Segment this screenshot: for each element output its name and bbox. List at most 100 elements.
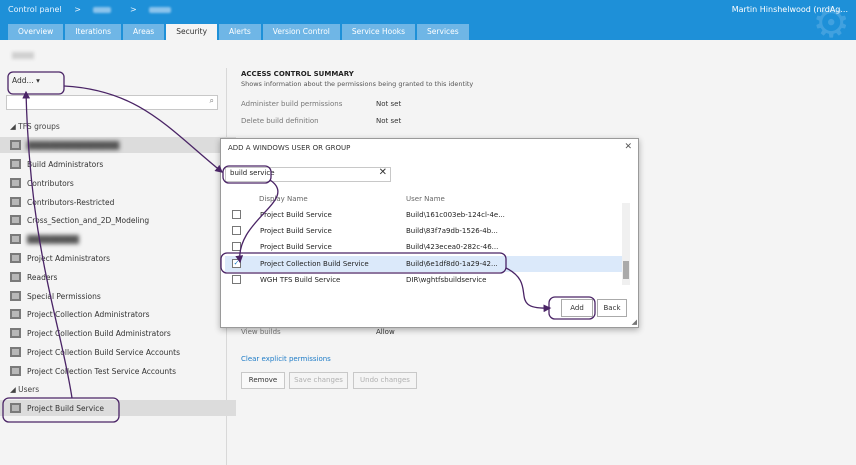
list-item-group[interactable]: Readers [10,269,57,285]
access-control-subtitle: Shows information about the permissions … [241,80,474,88]
group-icon [10,253,21,263]
dialog-scrollbar[interactable] [622,203,630,285]
row-display-name: Project Build Service [260,211,332,219]
list-item-group[interactable]: Project Administrators [10,250,110,266]
user-item-name: Project Build Service [27,403,104,413]
group-icon [10,291,21,301]
tab-services[interactable]: Services [417,24,469,40]
list-item-group[interactable]: Contributors [10,175,74,191]
users-header[interactable]: ◢ Users [10,385,39,394]
breadcrumb-project[interactable] [149,6,172,13]
admin-tabs: Overview Iterations Areas Security Alert… [8,24,469,40]
permission-value[interactable]: Not set [376,117,401,125]
table-row-selected[interactable]: ✓ Project Collection Build Service Build\6… [225,256,622,272]
row-user-name: Build\6e1df8d0-1a29-42... [406,260,498,268]
breadcrumb: Control panel > > [8,5,181,14]
group-icon [10,328,21,338]
row-display-name: WGH TFS Build Service [260,276,341,284]
remove-button[interactable]: Remove [241,372,285,389]
access-control-title: ACCESS CONTROL SUMMARY [241,70,354,78]
group-name: Build Administrators [27,159,104,169]
blurred-group-name: ████████████████ [27,140,120,150]
scrollbar-thumb[interactable] [623,261,629,279]
clear-permissions-link[interactable]: Clear explicit permissions [241,355,331,363]
project-title [12,52,34,59]
list-item-group[interactable]: Project Collection Build Administrators [10,325,171,341]
permission-value[interactable]: Allow [376,328,395,336]
tab-overview[interactable]: Overview [8,24,64,40]
tab-version-control[interactable]: Version Control [262,24,340,40]
row-user-name: Build\83f7a9db-1526-4b... [406,227,498,235]
dialog-search-value: build service [230,169,275,177]
column-display-name[interactable]: Display Name [259,195,308,203]
column-user-name[interactable]: User Name [406,195,445,203]
group-icon [10,234,21,244]
breadcrumb-control-panel[interactable]: Control panel [8,5,62,14]
list-item-group[interactable]: Cross_Section_and_2D_Modeling [10,212,149,228]
row-user-name: DIR\wghtfsbuildservice [406,276,487,284]
group-name: Contributors-Restricted [27,197,115,207]
list-item-group[interactable]: Project Collection Administrators [10,306,150,322]
row-user-name: Build\423ecea0-282c-46... [406,243,499,251]
row-checkbox[interactable] [232,242,241,251]
list-item-group[interactable]: Project Collection Test Service Accounts [10,363,176,379]
group-name: Project Collection Test Service Accounts [27,366,176,376]
dialog-search-input[interactable]: build service ✕ [225,167,391,182]
table-row[interactable]: Project Build Service Build\423ecea0-282c… [225,239,622,255]
group-name: Cross_Section_and_2D_Modeling [27,215,150,225]
group-name: Project Collection Build Administrators [27,328,171,338]
chevron-down-icon: ▾ [36,76,40,85]
table-row[interactable]: Project Build Service Build\161c003eb-124… [225,207,622,223]
row-checkbox[interactable] [232,210,241,219]
close-icon[interactable]: ✕ [624,142,632,152]
list-item-group[interactable]: Contributors-Restricted [10,194,114,210]
back-button[interactable]: Back [597,299,627,317]
tab-alerts[interactable]: Alerts [219,24,261,40]
group-icon [10,215,21,225]
top-bar: Control panel > > ⚙ Martin Hinshelwood (… [0,0,856,44]
add-button-label: Add... [12,76,34,85]
row-checkbox[interactable] [232,226,241,235]
list-item-blurred-group[interactable]: █████████ [10,231,79,247]
list-item-blurred-group[interactable]: ████████████████ [0,137,236,153]
row-checkbox-checked[interactable]: ✓ [232,259,241,268]
list-item-group[interactable]: Build Administrators [10,156,103,172]
group-icon [10,178,21,188]
tfs-groups-label: TFS groups [18,122,60,131]
tfs-groups-header[interactable]: ◢ TFS groups [10,122,60,131]
clear-search-icon[interactable]: ✕ [379,167,387,178]
tab-service-hooks[interactable]: Service Hooks [341,24,416,40]
tab-iterations[interactable]: Iterations [65,24,122,40]
list-item-group[interactable]: Project Collection Build Service Account… [10,344,180,360]
resize-grip-icon[interactable]: ◢ [632,318,637,326]
table-row[interactable]: WGH TFS Build Service DIR\wghtfsbuildserv… [225,272,622,288]
identity-search-input[interactable] [9,96,193,109]
group-name: Special Permissions [27,291,101,301]
user-name[interactable]: Martin Hinshelwood (nrdAg... [732,5,848,14]
group-icon [10,347,21,357]
list-item-group[interactable]: Special Permissions [10,288,101,304]
tab-areas[interactable]: Areas [123,24,165,40]
permission-name: Administer build permissions [241,100,343,108]
list-item-user[interactable]: Project Build Service [0,400,236,416]
breadcrumb-collection[interactable] [93,6,112,13]
save-changes-button[interactable]: Save changes [289,372,348,389]
table-row[interactable]: Project Build Service Build\83f7a9db-1526… [225,223,622,239]
row-checkbox[interactable] [232,275,241,284]
search-icon[interactable]: ⌕ [210,96,214,106]
group-icon [10,140,21,150]
permission-name: View builds [241,328,281,336]
breadcrumb-separator: > [130,5,137,14]
identity-search[interactable]: ⌕ [6,95,218,110]
row-display-name: Project Collection Build Service [260,260,369,268]
tab-security[interactable]: Security [166,24,218,40]
undo-changes-button[interactable]: Undo changes [353,372,417,389]
permission-value[interactable]: Not set [376,100,401,108]
permission-name: Delete build definition [241,117,319,125]
add-button[interactable]: Add... ▾ [12,76,40,85]
dialog-title: ADD A WINDOWS USER OR GROUP [228,144,351,152]
blurred-group-name: █████████ [27,234,79,244]
group-icon [10,366,21,376]
add-user-button[interactable]: Add [561,299,593,317]
group-icon [10,197,21,207]
